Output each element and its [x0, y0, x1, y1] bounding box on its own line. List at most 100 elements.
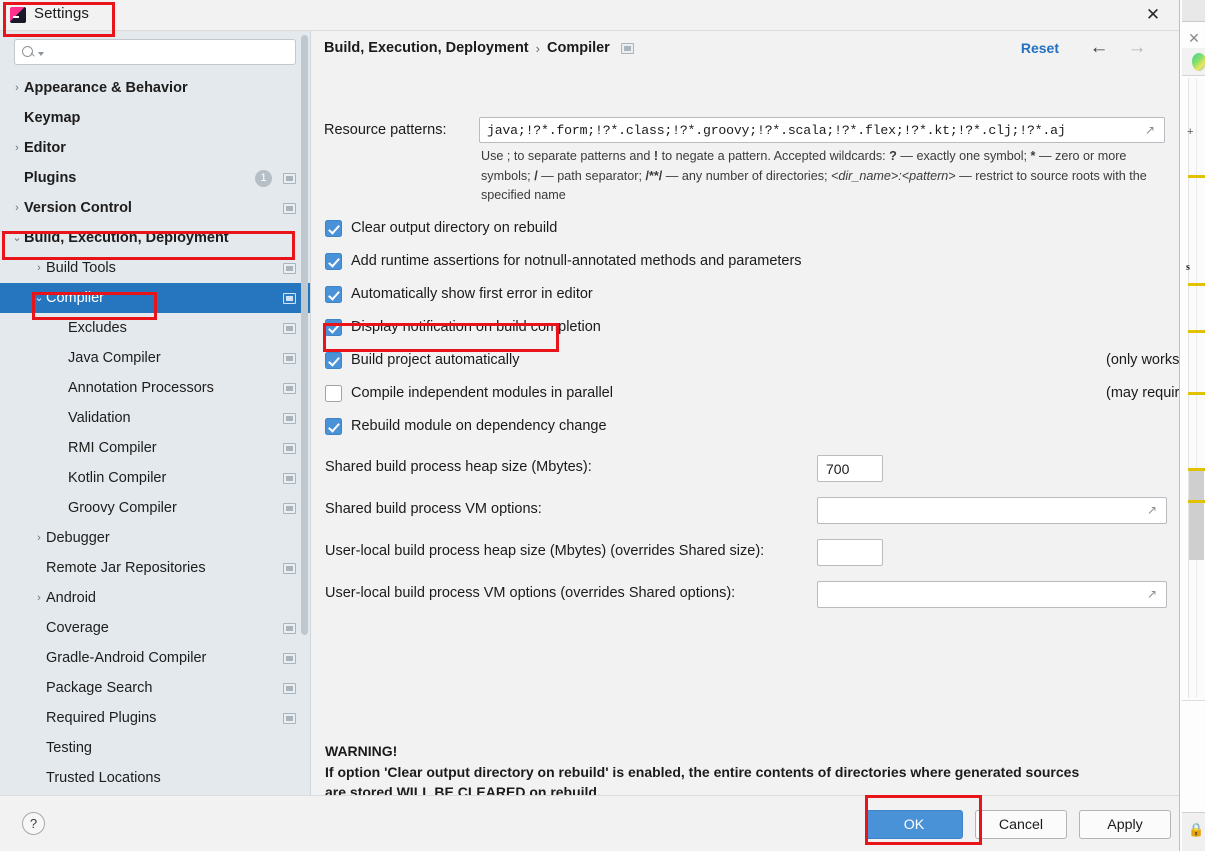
sidebar-scrollbar-thumb[interactable] [301, 35, 308, 635]
sidebar-item-label: Trusted Locations [46, 770, 161, 786]
checkbox-add-runtime-assertions-for-notnull-annotated-methods-and-parameters[interactable] [325, 252, 342, 270]
editor-warning-marker[interactable] [1188, 500, 1205, 503]
ide-close-icon[interactable]: ✕ [1186, 30, 1202, 46]
sidebar-item-label: Required Plugins [46, 710, 157, 726]
editor-warning-marker[interactable] [1188, 330, 1205, 333]
checkbox-row-build-project-automatically[interactable]: Build project automatically [325, 349, 519, 371]
checkbox-display-notification-on-build-completion[interactable] [325, 318, 342, 336]
sidebar-item-build-tools[interactable]: › Build Tools [0, 253, 310, 283]
sidebar-item-build-execution-deployment[interactable]: ⌄ Build, Execution, Deployment [0, 223, 310, 253]
checkbox-automatically-show-first-error-in-editor[interactable] [325, 285, 342, 303]
sidebar-item-required-plugins[interactable]: Required Plugins [0, 703, 310, 733]
input-user-local-build-process-vm-options-overrides-shared-options[interactable]: ↗ [817, 581, 1167, 608]
expand-field-icon[interactable]: ↗ [1145, 124, 1158, 137]
field-label: User-local build process heap size (Mbyt… [325, 543, 765, 559]
sidebar-item-debugger[interactable]: › Debugger [0, 523, 310, 553]
sidebar-item-keymap[interactable]: Keymap [0, 103, 310, 133]
hint-question: ? [889, 149, 897, 163]
sidebar-item-appearance-behavior[interactable]: › Appearance & Behavior [0, 73, 310, 103]
sidebar-item-remote-jar-repositories[interactable]: Remote Jar Repositories [0, 553, 310, 583]
settings-tree[interactable]: › Appearance & Behavior Keymap › Editor Plugi… [0, 71, 310, 795]
field-row-user-local-build-process-heap-size-mbytes-overrides-shared-size: User-local build process heap size (Mbyt… [325, 539, 1165, 566]
checkbox-row-display-notification-on-build-completion[interactable]: Display notification on build completion [325, 316, 601, 338]
sidebar-item-package-search[interactable]: Package Search [0, 673, 310, 703]
editor-scrollbar-thumb[interactable] [1189, 470, 1204, 560]
sidebar-item-coverage[interactable]: Coverage [0, 613, 310, 643]
input-shared-build-process-vm-options[interactable]: ↗ [817, 497, 1167, 524]
arrow-right-icon[interactable]: → [1125, 36, 1149, 60]
sidebar-item-trusted-locations[interactable]: Trusted Locations [0, 763, 310, 793]
input-shared-build-process-heap-size-mbytes[interactable]: 700 [817, 455, 883, 482]
editor-gutter-line [1196, 78, 1197, 698]
chevron-right-icon[interactable]: › [32, 262, 46, 274]
expand-field-icon[interactable]: ↗ [1147, 504, 1160, 517]
chevron-right-icon[interactable]: › [10, 82, 24, 94]
sidebar-item-label: Groovy Compiler [68, 500, 177, 516]
chevron-right-icon[interactable]: › [10, 202, 24, 214]
search-box[interactable] [14, 39, 296, 65]
checkbox-compile-independent-modules-in-parallel[interactable] [325, 384, 342, 402]
sidebar-item-label: RMI Compiler [68, 440, 157, 456]
resource-patterns-input[interactable]: java;!?*.form;!?*.class;!?*.groovy;!?*.s… [479, 117, 1165, 143]
checkbox-rebuild-module-on-dependency-change[interactable] [325, 417, 342, 435]
ide-title-bar [1182, 0, 1205, 22]
input-user-local-build-process-heap-size-mbytes-overrides-shared-size[interactable] [817, 539, 883, 566]
sidebar-item-rmi-compiler[interactable]: RMI Compiler [0, 433, 310, 463]
chevron-right-icon[interactable]: › [32, 532, 46, 544]
chevron-right-icon[interactable]: › [32, 592, 46, 604]
arrow-left-icon[interactable]: ← [1087, 36, 1111, 60]
apply-button[interactable]: Apply [1079, 810, 1171, 839]
help-button[interactable]: ? [22, 812, 45, 835]
sidebar-item-plugins[interactable]: Plugins 1 [0, 163, 310, 193]
sidebar-item-version-control[interactable]: › Version Control [0, 193, 310, 223]
search-input[interactable] [44, 44, 289, 60]
chevron-right-icon[interactable]: › [10, 142, 24, 154]
project-settings-icon [283, 442, 296, 454]
sidebar-item-validation[interactable]: Validation [0, 403, 310, 433]
checkbox-row-rebuild-module-on-dependency-change[interactable]: Rebuild module on dependency change [325, 415, 607, 437]
checkbox-clear-output-directory-on-rebuild[interactable] [325, 219, 342, 237]
search-icon [22, 45, 37, 60]
checkbox-build-project-automatically[interactable] [325, 351, 342, 369]
field-row-shared-build-process-vm-options: Shared build process VM options: ↗ [325, 497, 1167, 524]
lock-icon[interactable]: 🔒 [1188, 822, 1204, 838]
sidebar-item-java-compiler[interactable]: Java Compiler [0, 343, 310, 373]
intellij-idea-icon [10, 7, 26, 23]
sidebar-item-excludes[interactable]: Excludes [0, 313, 310, 343]
checkbox-row-automatically-show-first-error-in-editor[interactable]: Automatically show first error in editor [325, 283, 593, 305]
checkbox-row-clear-output-directory-on-rebuild[interactable]: Clear output directory on rebuild [325, 217, 557, 239]
checkbox-row-compile-independent-modules-in-parallel[interactable]: Compile independent modules in parallel [325, 382, 613, 404]
sidebar-item-groovy-compiler[interactable]: Groovy Compiler [0, 493, 310, 523]
sidebar-item-annotation-processors[interactable]: Annotation Processors [0, 373, 310, 403]
sidebar-item-kotlin-compiler[interactable]: Kotlin Compiler [0, 463, 310, 493]
sidebar-item-editor[interactable]: › Editor [0, 133, 310, 163]
editor-warning-marker[interactable] [1188, 468, 1205, 471]
reset-button[interactable]: Reset [1021, 40, 1059, 56]
close-icon[interactable]: ✕ [1142, 4, 1164, 26]
sidebar-item-android[interactable]: › Android [0, 583, 310, 613]
editor-warning-marker[interactable] [1188, 392, 1205, 395]
sidebar-item-gradle-android-compiler[interactable]: Gradle-Android Compiler [0, 643, 310, 673]
project-settings-icon [283, 352, 296, 364]
field-label: User-local build process VM options (ove… [325, 585, 736, 601]
breadcrumb-root[interactable]: Build, Execution, Deployment [324, 40, 529, 56]
checkbox-row-add-runtime-assertions-for-notnull-annotated-methods-and-parameters[interactable]: Add runtime assertions for notnull-annot… [325, 250, 802, 272]
sidebar-scrollbar[interactable] [301, 35, 308, 660]
note-build-project-automatically: (only works while not running / debuggin… [1106, 352, 1179, 368]
sidebar-item-label: Build Tools [46, 260, 116, 276]
editor-warning-marker[interactable] [1188, 283, 1205, 286]
checkbox-label: Display notification on build completion [351, 319, 601, 335]
cancel-button[interactable]: Cancel [975, 810, 1067, 839]
sidebar-item-testing[interactable]: Testing [0, 733, 310, 763]
chevron-down-icon[interactable]: ⌄ [32, 292, 46, 304]
project-settings-icon [283, 622, 296, 634]
sidebar-item-label: Debugger [46, 530, 110, 546]
chevron-down-icon[interactable]: ⌄ [10, 232, 24, 244]
sidebar-item-label: Version Control [24, 200, 132, 216]
expand-field-icon[interactable]: ↗ [1147, 588, 1160, 601]
sidebar-item-compiler[interactable]: ⌄ Compiler [0, 283, 310, 313]
resource-patterns-hint: Use ; to separate patterns and ! to nega… [481, 147, 1163, 206]
ok-button[interactable]: OK [865, 810, 963, 839]
project-settings-icon [283, 562, 296, 574]
editor-warning-marker[interactable] [1188, 175, 1205, 178]
